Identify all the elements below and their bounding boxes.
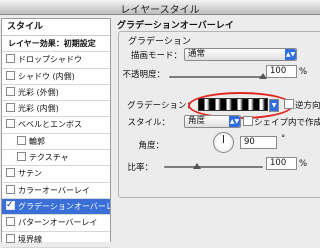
reverse-checkbox[interactable] <box>284 99 294 109</box>
angle-indicator <box>223 135 224 143</box>
sidebar-item[interactable]: シャドウ (内側) <box>2 69 110 85</box>
sidebar-item[interactable]: 光彩 (内側) <box>2 101 110 118</box>
sidebar-item-checkbox[interactable] <box>6 233 15 243</box>
section-title: グラデーションオーバーレイ <box>117 21 234 31</box>
opacity-unit: % <box>299 67 308 77</box>
sidebar-item-label: テクスチャ <box>29 153 69 163</box>
sidebar-item[interactable]: サテン <box>2 166 110 183</box>
sidebar-item[interactable]: 光彩 (外側) <box>2 85 110 102</box>
sidebar-item-label: パターンオーバーレイ <box>18 218 98 228</box>
sidebar-item-checkbox[interactable] <box>6 119 15 129</box>
sidebar-item-label: グラデーションオーバーレイ <box>18 201 110 211</box>
blend-mode-value: 通常 <box>188 49 206 59</box>
sidebar-item-label: ベベルとエンボス <box>18 120 82 130</box>
gradient-label: グラデーション： <box>127 101 195 111</box>
sidebar-item[interactable]: 輪郭 <box>2 134 110 151</box>
sidebar-item-checkbox[interactable] <box>6 70 15 80</box>
angle-input[interactable]: 90 <box>240 136 277 149</box>
scale-label: 比率： <box>127 163 153 173</box>
style-select[interactable]: 角度 ▲▼ <box>184 115 241 128</box>
scale-slider-thumb[interactable] <box>192 163 201 169</box>
updown-arrow-icon: ▲▼ <box>285 49 296 60</box>
sidebar-item-checkbox[interactable] <box>17 135 26 145</box>
sidebar-item[interactable]: カラーオーバーレイ <box>2 183 110 199</box>
sidebar-item-checkbox[interactable] <box>6 184 15 194</box>
gradient-overlay-panel: グラデーションオーバーレイ グラデーション 描画モード： 通常 ▲▼ 不透明度：… <box>112 15 320 241</box>
opacity-label: 不透明度： <box>122 70 165 80</box>
sidebar-item-checkbox[interactable] <box>6 103 15 113</box>
sidebar-item-label: 輪郭 <box>29 136 45 146</box>
sidebar-item[interactable]: パターンオーバーレイ <box>2 215 110 232</box>
blend-mode-select[interactable]: 通常 ▲▼ <box>184 48 297 61</box>
sidebar-item-label: 境界線 <box>18 234 42 244</box>
sidebar-item[interactable]: テクスチャ <box>2 150 110 167</box>
sidebar-item-label: サテン <box>18 169 42 179</box>
sidebar-item-label: 光彩 (内側) <box>18 104 59 114</box>
style-label: スタイル： <box>127 118 170 128</box>
sidebar-item-checkbox[interactable] <box>6 168 15 178</box>
reverse-label: 逆方向 <box>295 101 320 111</box>
align-with-layer-label: シェイプ内で作成 <box>254 118 320 128</box>
styles-sidebar: スタイル レイヤー効果：初期設定 ドロップシャドウ シャドウ (内側) 光彩 (外側)… <box>1 18 111 248</box>
sidebar-item[interactable]: 境界線 <box>2 232 110 248</box>
sidebar-item-checkbox[interactable] <box>6 86 15 96</box>
angle-dial[interactable] <box>213 132 234 153</box>
sidebar-list: レイヤー効果：初期設定 ドロップシャドウ シャドウ (内側) 光彩 (外側) 光彩 (内… <box>2 36 110 248</box>
sidebar-item-label: レイヤー効果：初期設定 <box>8 39 96 48</box>
opacity-slider[interactable] <box>169 76 263 78</box>
scale-input[interactable]: 100 <box>266 157 297 170</box>
sidebar-item-checkbox[interactable] <box>17 152 26 162</box>
title-bar: レイヤースタイル <box>0 0 320 16</box>
style-value: 角度 <box>188 116 206 126</box>
scale-unit: % <box>299 159 308 169</box>
window-title: レイヤースタイル <box>120 5 200 16</box>
sidebar-item[interactable]: ドロップシャドウ <box>2 52 110 69</box>
sidebar-header[interactable]: スタイル <box>2 19 110 36</box>
updown-arrow-icon: ▲▼ <box>229 116 240 127</box>
opacity-input[interactable]: 100 <box>266 65 297 78</box>
angle-label: 角度： <box>138 141 164 151</box>
sidebar-item-checkbox[interactable] <box>6 54 15 64</box>
sidebar-item-checkbox[interactable] <box>6 217 15 227</box>
sidebar-item-label: ドロップシャドウ <box>18 55 82 65</box>
scale-slider[interactable] <box>164 166 263 168</box>
sidebar-item-label: カラーオーバーレイ <box>18 185 90 195</box>
sidebar-item-label: 光彩 (外側) <box>18 87 59 97</box>
sidebar-item[interactable]: ベベルとエンボス <box>2 117 110 134</box>
sidebar-item[interactable]: グラデーションオーバーレイ <box>2 198 110 216</box>
group-title: グラデーション <box>126 34 193 47</box>
align-with-layer-checkbox[interactable] <box>243 116 253 126</box>
sidebar-item-label: シャドウ (内側) <box>18 71 75 81</box>
blend-mode-label: 描画モード： <box>130 51 182 61</box>
angle-unit: ° <box>281 134 286 144</box>
sidebar-item[interactable]: レイヤー効果：初期設定 <box>2 36 110 53</box>
sidebar-item-checkbox[interactable] <box>6 199 15 213</box>
